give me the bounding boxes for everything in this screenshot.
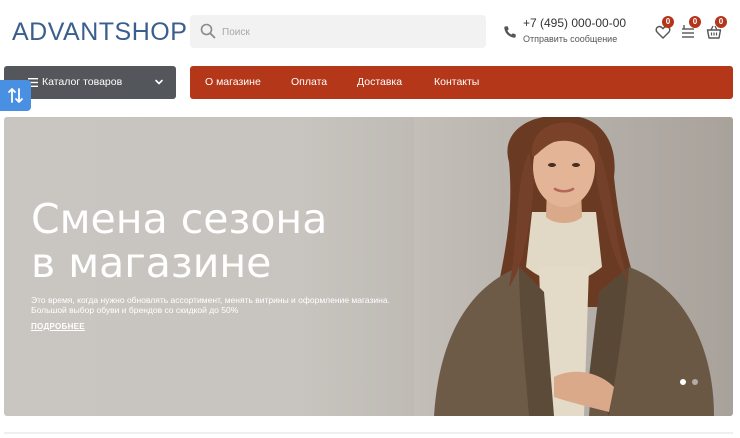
banner-more-link[interactable]: ПОДРОБНЕЕ <box>31 322 85 331</box>
cart-badge: 0 <box>715 16 727 28</box>
nav-item-about[interactable]: О магазине <box>205 76 261 88</box>
nav-item-payment[interactable]: Оплата <box>291 76 327 88</box>
compare-badge: 0 <box>689 16 701 28</box>
slider-dot-1[interactable] <box>680 379 686 385</box>
phone-icon <box>504 26 516 38</box>
catalog-label: Каталог товаров <box>42 76 123 88</box>
banner-title-line1: Смена сезона <box>31 195 328 243</box>
nav-item-contacts[interactable]: Контакты <box>434 76 479 88</box>
banner-description: Это время, когда нужно обновлять ассорти… <box>31 295 390 315</box>
search-input[interactable] <box>222 22 472 42</box>
banner-title-line2: в магазине <box>31 239 272 287</box>
slider-dot-2[interactable] <box>692 379 698 385</box>
hero-banner[interactable]: Смена сезона в магазине Это время, когда… <box>4 117 733 416</box>
phone-number[interactable]: +7 (495) 000-00-00 <box>523 16 626 30</box>
section-divider <box>4 432 733 434</box>
header: ADVANTSHOP +7 (495) 000-00-00 Отправить … <box>0 0 740 64</box>
filter-icon <box>8 88 23 103</box>
nav-item-delivery[interactable]: Доставка <box>357 76 402 88</box>
send-message-link[interactable]: Отправить сообщение <box>523 34 617 44</box>
filter-button[interactable] <box>0 80 31 111</box>
main-nav: О магазине Оплата Доставка Контакты <box>190 66 733 99</box>
chevron-down-icon <box>155 79 163 85</box>
wishlist-badge: 0 <box>662 16 674 28</box>
search-bar[interactable] <box>190 15 486 48</box>
banner-title: Смена сезона в магазине <box>31 197 411 285</box>
logo[interactable]: ADVANTSHOP <box>12 18 187 47</box>
search-icon[interactable] <box>200 23 216 39</box>
banner-model-image <box>414 117 733 416</box>
